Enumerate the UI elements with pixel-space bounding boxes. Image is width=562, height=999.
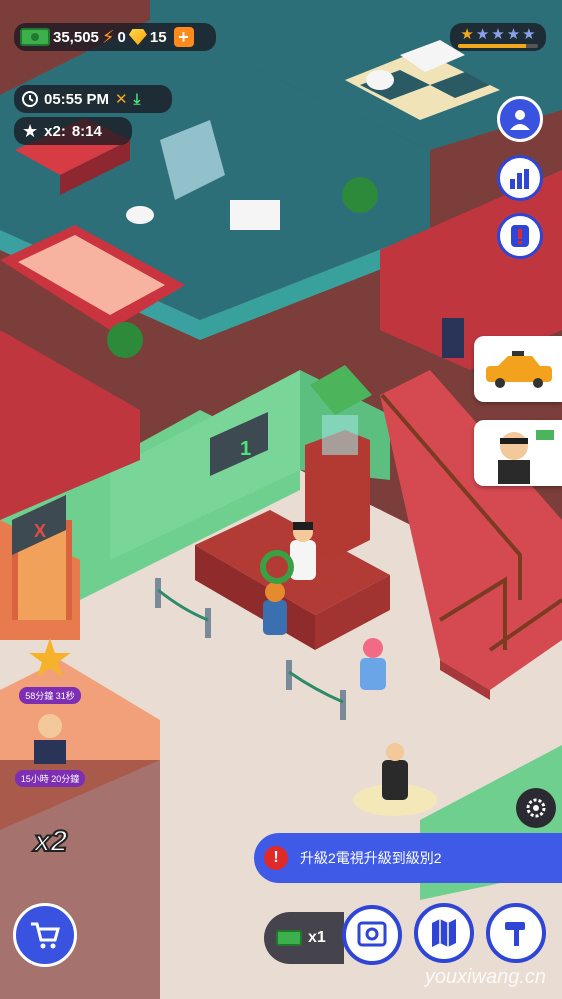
energy-amount: 0 xyxy=(117,28,126,46)
map-icon xyxy=(432,919,456,947)
boost-bar[interactable]: ★ x2: 8:14 xyxy=(14,117,132,145)
taxi-icon xyxy=(486,351,552,388)
cash-boost-button[interactable]: x1 xyxy=(264,912,344,964)
watermark: youxiwang.cn xyxy=(424,966,546,988)
alert-icon xyxy=(511,225,529,247)
hammer-icon xyxy=(505,922,525,946)
svg-text:1: 1 xyxy=(240,438,251,460)
map-button[interactable] xyxy=(414,903,474,963)
clock-icon xyxy=(22,91,38,107)
download-icon[interactable]: ⤓ xyxy=(134,91,141,108)
boss-icon xyxy=(498,430,554,484)
manager-icon xyxy=(510,110,530,130)
rating-stars: ★ ★ ★ ★ ★ xyxy=(460,27,535,42)
guest-orange-hair[interactable] xyxy=(263,582,287,635)
rating-star-icon: ★ xyxy=(460,25,474,43)
guest-avatar-icon xyxy=(34,714,66,764)
rating-star-icon: ★ xyxy=(475,25,490,43)
game-time: 05:55 PM xyxy=(44,90,110,108)
stats-button[interactable] xyxy=(497,155,543,201)
cash-multiplier-badge[interactable]: x2 xyxy=(33,824,68,859)
taxi-card[interactable] xyxy=(474,336,562,402)
bolt-icon: ⚡ xyxy=(101,26,115,47)
manager-button[interactable] xyxy=(497,96,543,142)
cash-multiplier: x1 xyxy=(308,929,326,946)
big-star-icon: ★ xyxy=(25,629,75,689)
utensils-icon[interactable]: ✕ xyxy=(115,90,128,108)
receptionist[interactable] xyxy=(290,522,316,580)
gem-icon xyxy=(128,29,147,45)
add-currency-button[interactable]: + xyxy=(173,27,194,47)
quest-banner[interactable]: ! 升級2電視升級到級別2 xyxy=(254,833,562,883)
reward-timer: 15小時 20分鐘 xyxy=(14,770,86,787)
boost-timer: 8:14 xyxy=(71,122,102,140)
hotel-rating[interactable]: ★ ★ ★ ★ ★ xyxy=(450,23,546,51)
svg-text:X: X xyxy=(34,521,46,541)
gem-amount: 15 xyxy=(149,28,167,46)
currency-bar: 35,505 ⚡ 0 15 + xyxy=(14,23,216,51)
settings-button[interactable] xyxy=(516,788,556,828)
quest-alert-icon: ! xyxy=(264,846,288,870)
safe-icon xyxy=(357,921,387,947)
boss-card[interactable] xyxy=(474,420,562,486)
cash-icon xyxy=(276,930,302,946)
reward-star[interactable]: ★ 58分鐘 31秒 xyxy=(14,632,86,704)
boost-label: x2: xyxy=(44,122,66,140)
cash-icon xyxy=(20,28,50,46)
rating-star-icon: ★ xyxy=(522,25,536,43)
rating-star-icon: ★ xyxy=(506,25,521,43)
clock-bar: 05:55 PM ✕ ⤓ xyxy=(14,85,172,113)
alerts-button[interactable] xyxy=(497,213,543,259)
guest-pink-hair[interactable] xyxy=(360,638,386,690)
quest-text: 升級2電視升級到級別2 xyxy=(300,850,442,866)
stats-icon xyxy=(510,169,529,189)
rating-star-icon: ★ xyxy=(491,25,505,43)
reward-timer: 58分鐘 31秒 xyxy=(19,687,81,704)
vault-button[interactable] xyxy=(342,905,402,965)
cash-amount: 35,505 xyxy=(53,28,99,46)
cart-icon xyxy=(31,922,60,949)
build-button[interactable] xyxy=(486,903,546,963)
shop-button[interactable] xyxy=(13,903,77,967)
reward-guest[interactable]: 15小時 20分鐘 xyxy=(14,708,86,787)
rating-progress-bar xyxy=(458,43,538,48)
settings-icon xyxy=(526,798,546,818)
star-icon: ★ xyxy=(22,120,39,141)
